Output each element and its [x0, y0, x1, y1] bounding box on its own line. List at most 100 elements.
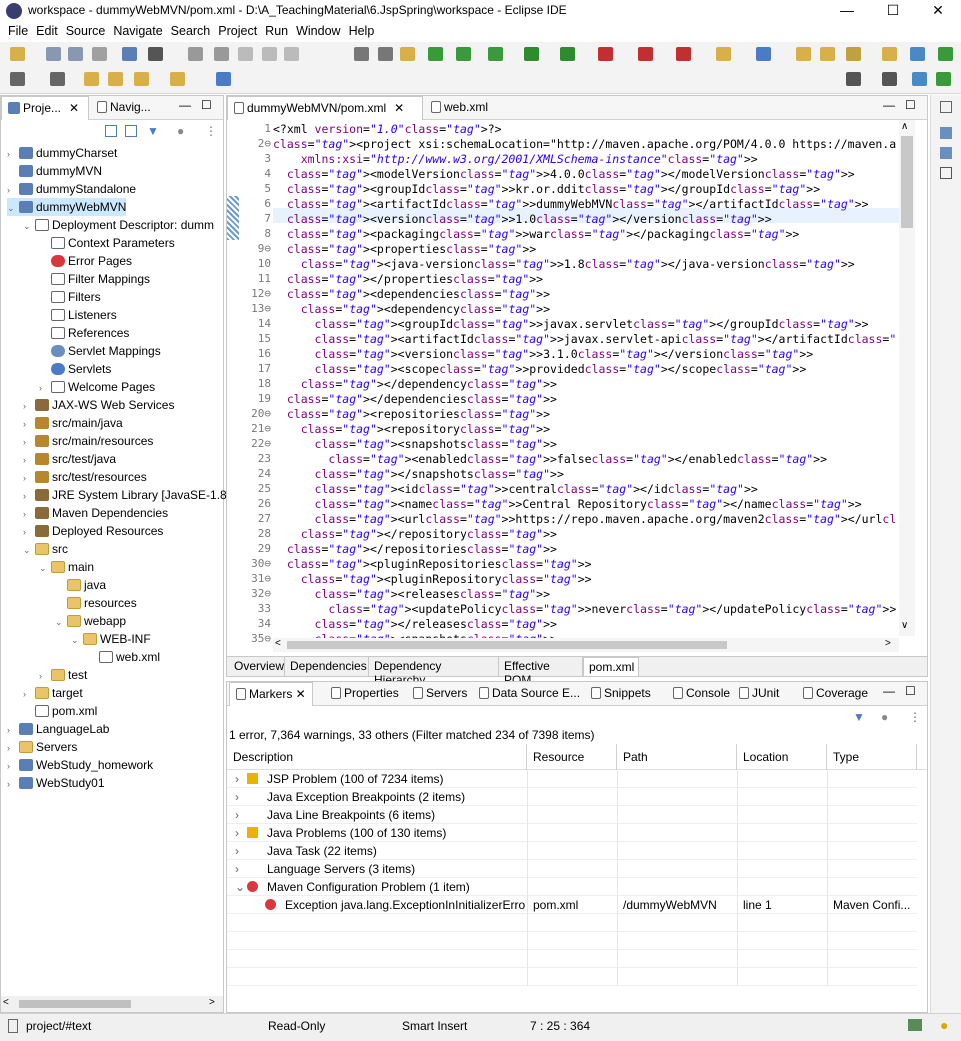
expand-toggle-icon[interactable]: › [235, 770, 239, 788]
new-java-icon[interactable] [756, 47, 771, 61]
column-header-description[interactable]: Description [227, 744, 527, 770]
tree-item[interactable]: pom.xml [23, 702, 97, 720]
expand-toggle-icon[interactable]: ⌄ [7, 199, 19, 217]
code-line[interactable]: class="tag"></releasesclass="tag">> [273, 617, 897, 631]
tree-item[interactable]: › dummyCharset [7, 144, 117, 162]
scroll-right-icon[interactable]: > [209, 997, 215, 1008]
quick-access-icon[interactable] [846, 72, 861, 86]
code-line[interactable]: class="tag"></dependencyclass="tag">> [273, 377, 897, 391]
print-icon[interactable] [92, 47, 107, 61]
tree-item[interactable]: › LanguageLab [7, 720, 109, 738]
link-editor-icon[interactable] [125, 125, 137, 137]
tab-markers[interactable]: Markers ✕ [229, 682, 313, 706]
code-line[interactable]: class="tag"><releasesclass="tag">> [273, 587, 897, 601]
new-icon[interactable] [10, 47, 25, 61]
table-row[interactable]: › Java Problems (100 of 130 items) [227, 824, 917, 842]
open-resource-icon[interactable] [820, 47, 835, 61]
tree-item[interactable]: web.xml [87, 648, 160, 666]
tree-item[interactable]: › src/main/resources [23, 432, 153, 450]
expand-toggle-icon[interactable]: ⌄ [23, 541, 35, 559]
close-icon[interactable]: ✕ [394, 101, 404, 115]
column-header-type[interactable]: Type [827, 744, 917, 770]
step-return-icon[interactable] [284, 47, 299, 61]
expand-toggle-icon[interactable]: ⌄ [23, 217, 35, 235]
restore-icon[interactable] [940, 101, 952, 113]
table-row[interactable]: › Java Exception Breakpoints (2 items) [227, 788, 917, 806]
expand-toggle-icon[interactable]: ⌄ [39, 559, 51, 577]
code-line[interactable]: class="tag"><groupIdclass="tag">>kr.or.d… [273, 182, 897, 196]
minimize-icon[interactable]: — [883, 98, 895, 112]
expand-toggle-icon[interactable]: › [235, 842, 239, 860]
code-line[interactable]: class="tag"><scopeclass="tag">>providedc… [273, 362, 897, 376]
new-server-icon[interactable] [716, 47, 731, 61]
tab-pom-xml[interactable]: dummyWebMVN/pom.xml ✕ [227, 96, 423, 120]
code-line[interactable]: class="tag"><dependencyclass="tag">> [273, 302, 897, 316]
scroll-up-icon[interactable]: ∧ [901, 121, 908, 132]
open-folder-icon[interactable] [796, 47, 811, 61]
suspend-icon[interactable] [188, 47, 203, 61]
code-line[interactable]: <?xml version="1.0"class="tag">?> [273, 122, 897, 136]
code-line[interactable]: class="tag"><updatePolicyclass="tag">>ne… [273, 602, 897, 616]
code-line[interactable]: class="tag"><packagingclass="tag">>warcl… [273, 227, 897, 241]
menu-file[interactable]: File [0, 22, 28, 38]
more-icon[interactable]: ⋮ [205, 124, 217, 138]
tree-item[interactable]: dummyMVN [7, 162, 102, 180]
maximize-button[interactable]: ☐ [870, 0, 916, 22]
word-wrap-icon[interactable] [354, 47, 369, 61]
code-line[interactable]: class="tag"></repositoriesclass="tag">> [273, 542, 897, 556]
pom-tab-dependency-hierarchy[interactable]: Dependency Hierarchy [369, 657, 499, 687]
horizontal-scrollbar[interactable]: < > [1, 996, 223, 1012]
maximize-icon[interactable]: ☐ [905, 684, 916, 698]
code-line[interactable]: class="tag"><idclass="tag">>centralclass… [273, 482, 897, 496]
column-header-path[interactable]: Path [617, 744, 737, 770]
minimize-icon[interactable]: — [179, 98, 191, 112]
code-line[interactable]: class="tag"><pluginRepositoryclass="tag"… [273, 572, 897, 586]
code-line[interactable]: xmlns:xsi="http://www.w3.org/2001/XMLSch… [273, 152, 897, 166]
pom-tab-overview[interactable]: Overview [229, 657, 285, 677]
tree-item[interactable]: java [55, 576, 106, 594]
code-line[interactable]: class="tag"><versionclass="tag">>1.0clas… [273, 212, 897, 226]
table-row[interactable]: ⌄ Maven Configuration Problem (1 item) [227, 878, 917, 896]
expand-toggle-icon[interactable]: › [7, 145, 19, 163]
vertical-scrollbar[interactable]: ∧ ∨ [899, 120, 915, 636]
breakpoint-icon[interactable] [676, 47, 691, 61]
maximize-icon[interactable]: ☐ [201, 98, 212, 112]
expand-toggle-icon[interactable]: › [39, 667, 51, 685]
tree-item[interactable]: › Maven Dependencies [23, 504, 168, 522]
perspective-icon[interactable] [882, 47, 897, 61]
back-icon[interactable] [10, 72, 25, 86]
editor-horizontal-scrollbar[interactable]: < > [273, 638, 899, 652]
scroll-left-icon[interactable]: < [275, 638, 281, 649]
refresh-icon[interactable] [456, 47, 471, 61]
open-type-icon[interactable] [122, 47, 137, 61]
scroll-thumb[interactable] [19, 1000, 131, 1008]
expand-toggle-icon[interactable]: › [235, 806, 239, 824]
up-icon[interactable] [50, 72, 65, 86]
more-icon[interactable]: ⋮ [909, 710, 921, 724]
next-annotation-icon[interactable] [108, 72, 123, 86]
minimize-icon[interactable]: — [883, 684, 895, 698]
scroll-thumb[interactable] [901, 136, 913, 228]
code-line[interactable]: class="tag"><propertiesclass="tag">> [273, 242, 897, 256]
pom-tab-pom.xml[interactable]: pom.xml [583, 657, 639, 677]
tab-snippets[interactable]: Snippets [585, 682, 657, 706]
menu-source[interactable]: Source [58, 22, 106, 38]
code-line[interactable]: class="tag"></dependenciesclass="tag">> [273, 392, 897, 406]
tree-item[interactable]: References [39, 324, 129, 342]
column-header-resource[interactable]: Resource [527, 744, 617, 770]
tree-item[interactable]: ⌄ dummyWebMVN [7, 198, 127, 217]
hierarchy-icon[interactable] [940, 147, 952, 159]
tree-item[interactable]: Listeners [39, 306, 117, 324]
tab-web-xml[interactable]: web.xml [425, 96, 505, 120]
column-header-location[interactable]: Location [737, 744, 827, 770]
tree-item[interactable]: › src/main/java [23, 414, 123, 432]
tree-item[interactable]: › Welcome Pages [39, 378, 155, 396]
scroll-left-icon[interactable]: < [3, 997, 9, 1008]
view-menu-icon[interactable]: ● [177, 124, 184, 138]
tab-servers[interactable]: Servers [407, 682, 473, 706]
code-line[interactable]: class="tag"><dependenciesclass="tag">> [273, 287, 897, 301]
stop-icon[interactable] [214, 47, 229, 61]
code-line[interactable]: class="tag"><pluginRepositoriesclass="ta… [273, 557, 897, 571]
skip-icon[interactable] [378, 47, 393, 61]
table-row[interactable]: › Java Line Breakpoints (6 items) [227, 806, 917, 824]
